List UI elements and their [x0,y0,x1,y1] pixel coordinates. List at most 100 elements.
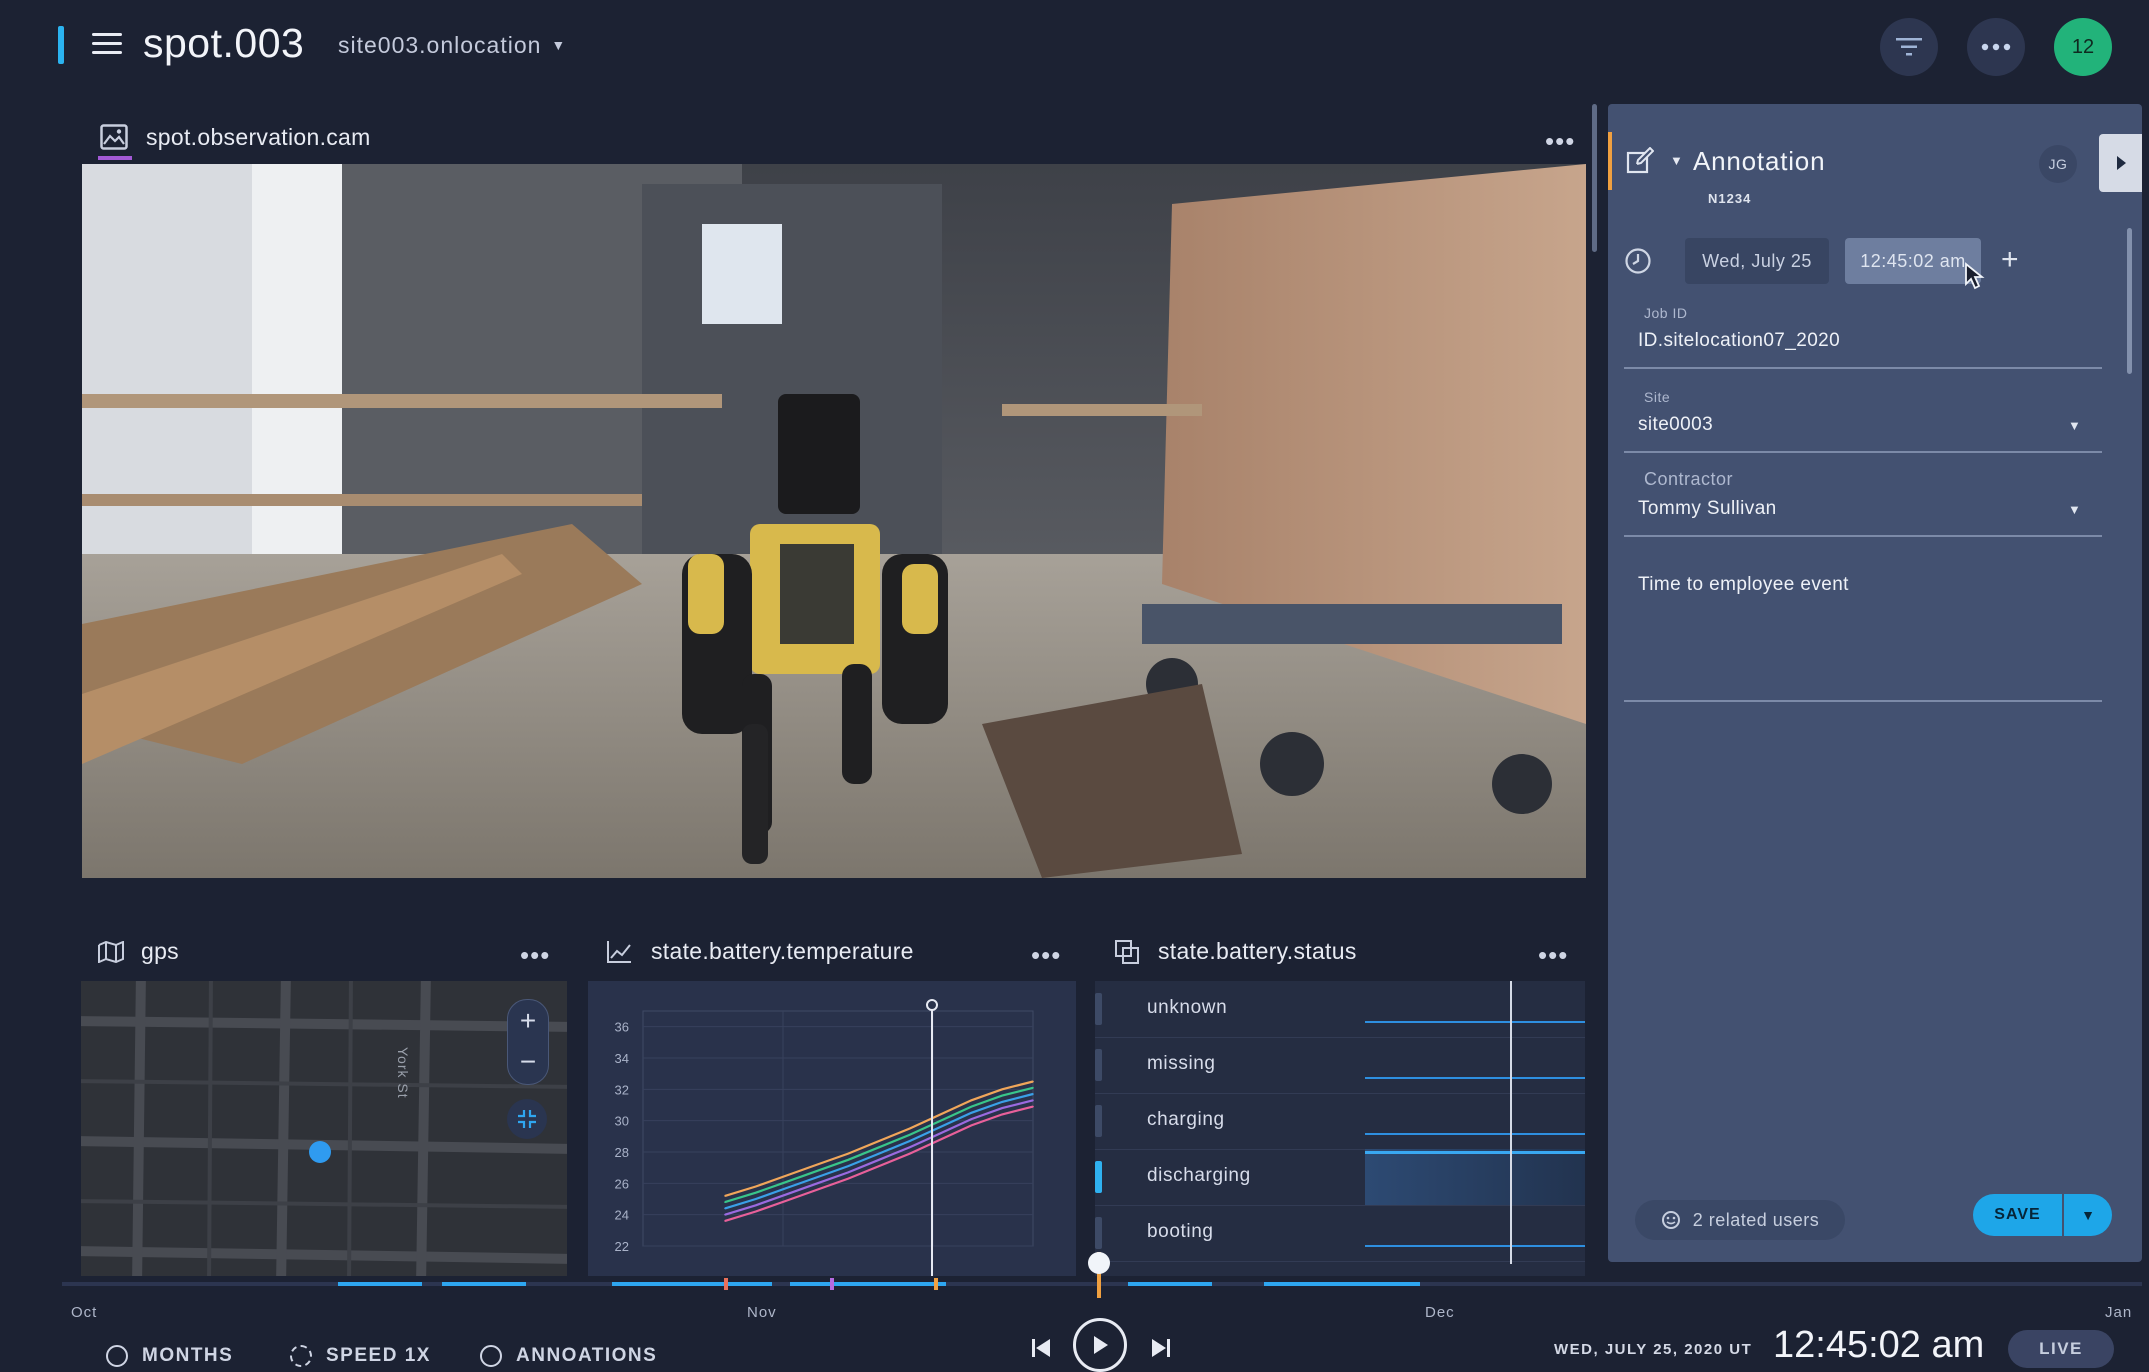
edit-icon [1626,147,1654,174]
date-field[interactable]: Wed, July 25 [1685,238,1829,284]
status-indicator [1095,1049,1102,1081]
camera-feed [82,164,1586,878]
job-id-input[interactable]: ID.sitelocation07_2020 [1638,330,1840,352]
contractor-dropdown-caret-icon[interactable]: ▼ [2068,502,2081,517]
camera-more-icon[interactable]: ••• [1545,128,1575,154]
status-label: unknown [1147,997,1228,1018]
caret-down-icon: ▼ [551,37,567,53]
series-point [970,1105,973,1108]
collapse-caret-icon[interactable]: ▼ [1670,153,1683,168]
series-point [847,1165,849,1167]
hamburger-menu-icon[interactable] [92,33,122,57]
chart-cursor-handle [926,999,938,1011]
status-timeline [1365,1133,1585,1135]
live-button[interactable]: LIVE [2008,1330,2114,1368]
map-streets [81,981,567,1276]
series-point [878,1140,880,1142]
series-point [1032,1105,1034,1108]
zoom-out-button[interactable]: − [508,1042,548,1082]
y-tick-label: 30 [615,1114,629,1129]
zoom-controls: + − [507,999,549,1085]
notes-textarea[interactable]: Time to employee event [1638,574,1849,596]
add-time-button[interactable]: + [2001,243,2019,277]
save-options-button[interactable]: ▼ [2064,1194,2112,1236]
series-point [847,1159,849,1161]
series-point [724,1213,726,1216]
annotations-button[interactable]: ANNOATIONS [480,1345,657,1367]
site-label: Site [1644,389,1671,405]
annotation-icon [480,1345,502,1367]
status-label: discharging [1147,1165,1251,1186]
months-button[interactable]: MONTHS [106,1345,233,1367]
timeline-annotation-marker[interactable] [830,1278,834,1290]
temperature-more-icon[interactable]: ••• [1031,942,1061,968]
temperature-chart[interactable]: 36 34 32 30 28 26 24 22 [588,981,1076,1276]
series-point [939,1126,942,1128]
series-point [939,1132,942,1134]
notes-underline [1624,700,2102,702]
timeline-annotation-marker[interactable] [724,1278,728,1290]
mouse-cursor-icon [1965,262,1985,290]
more-dots-icon [1981,43,2011,51]
active-indicator [58,26,64,64]
related-users-label: 2 related users [1692,1209,1820,1230]
annotation-title: Annotation [1693,146,1826,176]
zoom-in-button[interactable]: + [508,1000,548,1042]
map-icon [98,941,124,963]
speed-button[interactable]: SPEED 1X [290,1345,431,1367]
recenter-button[interactable] [507,1099,547,1139]
series-point [816,1176,819,1178]
status-indicator-active [1095,1161,1102,1193]
status-indicator [1095,993,1102,1025]
series-point [970,1112,973,1114]
gps-more-icon[interactable]: ••• [520,942,550,968]
main-scrollbar[interactable] [1592,104,1597,252]
related-users-chip[interactable]: 2 related users [1635,1200,1845,1240]
series-point [970,1099,973,1102]
panel-scrollbar[interactable] [2127,228,2132,374]
site-dropdown-caret-icon[interactable]: ▼ [2068,418,2081,433]
site-select[interactable]: site0003 [1638,414,1713,436]
timeline-annotation-marker[interactable] [934,1278,938,1290]
collapse-arrows-icon [518,1110,536,1128]
author-avatar[interactable]: JG [2039,145,2077,183]
speed-icon [290,1345,312,1367]
status-timeline [1365,1151,1585,1154]
filter-button[interactable] [1880,18,1938,76]
timeline-segment [442,1282,526,1286]
y-tick-label: 34 [615,1051,629,1066]
time-field[interactable]: 12:45:02 am [1845,238,1981,284]
skip-forward-icon[interactable] [1150,1337,1172,1359]
play-icon [1094,1336,1108,1354]
site-selector-label: site003.onlocation [338,32,542,58]
gps-map[interactable]: York St + − [81,981,567,1276]
series-point [816,1182,819,1185]
more-options-button[interactable] [1967,18,2025,76]
timeline-segment [612,1282,772,1286]
play-button[interactable] [1073,1318,1127,1372]
current-time: 12:45:02 am [1773,1324,1985,1366]
series-point [724,1207,726,1210]
series-line-1 [724,1086,1034,1204]
site-selector[interactable]: site003.onlocation ▼ [338,32,566,59]
series-point [785,1193,788,1196]
status-label: missing [1147,1053,1216,1074]
series-point [847,1152,849,1155]
status-label: booting [1147,1221,1214,1242]
series-point [816,1188,819,1191]
save-button[interactable]: SAVE [1973,1194,2062,1236]
user-avatar[interactable]: 12 [2054,18,2112,76]
skip-back-icon[interactable] [1030,1337,1052,1359]
battery-status-chart[interactable]: unknown missing charging discharging boo… [1095,981,1585,1276]
line-chart-icon [607,941,631,963]
job-id-label: Job ID [1644,305,1688,321]
status-more-icon[interactable]: ••• [1538,942,1568,968]
collapse-panel-button[interactable] [2099,134,2142,192]
contractor-select[interactable]: Tommy Sullivan [1638,498,1777,520]
series-point [1032,1093,1034,1095]
plot-frame [642,1010,1034,1247]
series-point [755,1210,757,1213]
series-point [785,1199,788,1202]
playhead-handle[interactable] [1088,1252,1110,1274]
annotations-label: ANNOATIONS [516,1345,658,1366]
